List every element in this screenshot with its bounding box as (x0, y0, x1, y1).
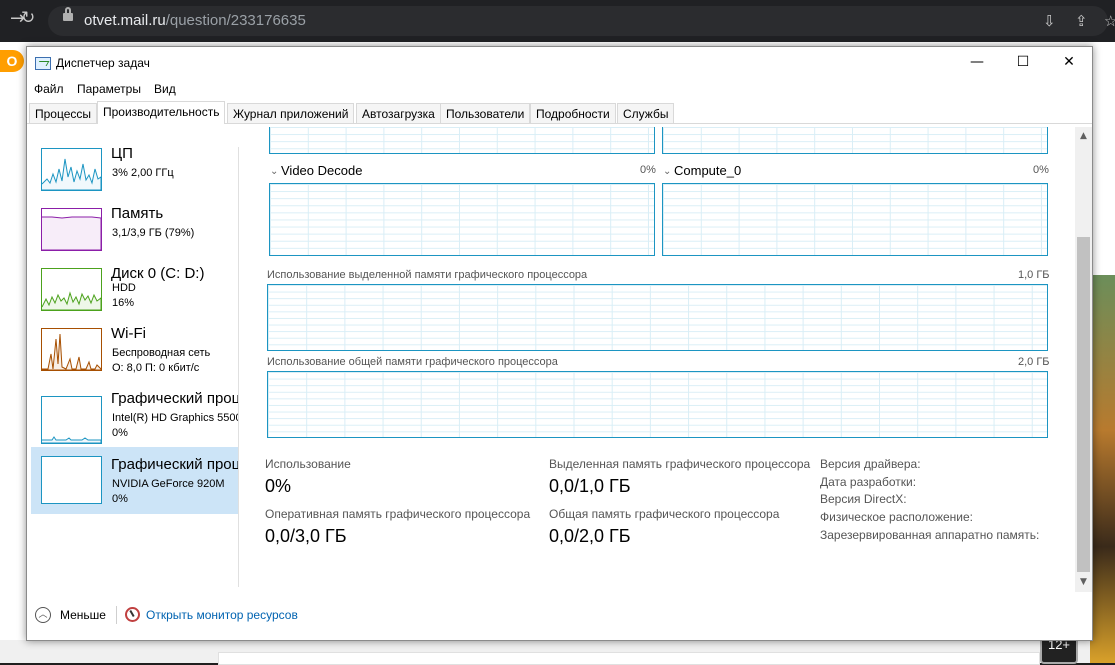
window-footer: ︿ Меньше Открыть монитор ресурсов (27, 603, 1092, 639)
url-path: /question/233176635 (165, 12, 306, 29)
engine-name-video-decode[interactable]: Video Decode (281, 163, 362, 178)
webpage-card (218, 652, 1040, 665)
memory-thumbnail-graph (41, 208, 102, 251)
fewer-details-link[interactable]: Меньше (60, 608, 106, 622)
footer-separator (116, 606, 117, 624)
shared-memory-value: 0,0/2,0 ГБ (549, 526, 631, 546)
dedicated-memory-graph-label: Использование выделенной памяти графичес… (267, 269, 588, 281)
usage-value: 0% (265, 476, 292, 496)
cpu-thumbnail-graph (41, 148, 102, 191)
window-title: Диспетчер задач (56, 56, 150, 70)
tab-bar: Процессы Производительность Журнал прило… (27, 101, 1092, 124)
gpu-ram-value: 0,0/3,0 ГБ (265, 526, 347, 546)
resource-gpu-1[interactable]: Графический процессор 1 NVIDIA GeForce 9… (31, 447, 239, 514)
shared-memory-graph (267, 371, 1048, 438)
chevron-down-icon[interactable]: ⌄ (663, 166, 671, 177)
resource-usage: 0% (112, 493, 128, 505)
directx-version-label: Версия DirectX: (820, 492, 907, 506)
tab-app-history[interactable]: Журнал приложений (227, 103, 355, 123)
pane-divider (238, 147, 239, 587)
shared-memory-graph-max: 2,0 ГБ (1018, 356, 1050, 368)
dedicated-memory-graph-max: 1,0 ГБ (1018, 269, 1050, 281)
scroll-down-icon[interactable]: ▼ (1075, 575, 1092, 590)
resource-name: Память (111, 205, 164, 222)
url-host: otvet.mail.ru (84, 12, 166, 29)
gpu-ram-label: Оперативная память графического процессо… (265, 507, 531, 521)
task-manager-icon (35, 57, 51, 70)
title-bar[interactable]: Диспетчер задач — ☐ ✕ (27, 47, 1092, 78)
resource-memory[interactable]: Память 3,1/3,9 ГБ (79%) (31, 201, 239, 267)
advertisement-banner[interactable] (1090, 275, 1115, 663)
scroll-up-icon[interactable]: ▲ (1075, 129, 1092, 144)
chevron-down-icon[interactable]: ⌄ (270, 166, 278, 177)
resource-name: Wi-Fi (111, 325, 146, 342)
site-logo[interactable]: O (0, 50, 24, 72)
resource-detail: Intel(R) HD Graphics 5500 (112, 412, 239, 424)
lock-icon[interactable] (63, 7, 73, 21)
scrollbar-thumb[interactable] (1077, 237, 1090, 572)
dedicated-memory-value: 0,0/1,0 ГБ (549, 476, 631, 496)
driver-version-label: Версия драйвера: (820, 457, 921, 471)
menu-file[interactable]: Файл (34, 82, 64, 96)
url-text[interactable]: otvet.mail.ru/question/233176635 (84, 12, 306, 29)
resource-monitor-icon[interactable] (125, 607, 140, 622)
tab-performance[interactable]: Производительность (97, 101, 226, 124)
engine-value-compute: 0% (1033, 164, 1049, 176)
engine-graph-top-right (662, 127, 1048, 154)
shared-memory-label: Общая память графического процессора (549, 507, 780, 521)
tab-details[interactable]: Подробности (530, 103, 616, 123)
resource-detail: NVIDIA GeForce 920M (112, 478, 225, 490)
resource-usage: 0% (112, 427, 128, 439)
menu-options[interactable]: Параметры (77, 82, 141, 96)
resource-usage: 16% (112, 297, 135, 309)
wifi-thumbnail-graph (41, 328, 102, 371)
gpu-detail-pane: ⌄ Video Decode 0% ⌄ Compute_0 0% Использ… (265, 127, 1077, 597)
engine-name-compute[interactable]: Compute_0 (674, 163, 741, 178)
minimize-button[interactable]: — (954, 47, 1000, 78)
resource-cpu[interactable]: ЦП 3% 2,00 ГГц (31, 141, 239, 207)
resource-name: Графический процессор 1 (111, 456, 239, 473)
engine-graph-video-decode (269, 183, 655, 256)
usage-label: Использование (265, 457, 351, 471)
resource-gpu-0[interactable]: Графический процессор 0 Intel(R) HD Grap… (31, 381, 239, 447)
resource-wifi[interactable]: Wi-Fi Беспроводная сеть О: 8,0 П: 0 кбит… (31, 321, 239, 387)
engine-graph-top-left (269, 127, 655, 154)
bookmark-star-icon[interactable]: ☆ (1104, 12, 1115, 30)
dedicated-memory-graph (267, 284, 1048, 351)
maximize-button[interactable]: ☐ (1000, 47, 1046, 78)
resource-name: Графический процессор 0 (111, 390, 239, 407)
resource-name: ЦП (111, 145, 133, 162)
resource-detail: 3,1/3,9 ГБ (79%) (112, 227, 195, 239)
tab-users[interactable]: Пользователи (440, 103, 531, 123)
resource-name: Диск 0 (C: D:) (111, 265, 205, 282)
physical-location-label: Физическое расположение: (820, 510, 973, 524)
browser-toolbar: → ↻ otvet.mail.ru/question/233176635 ⇩ ⇪… (0, 0, 1115, 42)
resource-disk[interactable]: Диск 0 (C: D:) HDD 16% (31, 261, 239, 327)
resource-detail: 3% 2,00 ГГц (112, 167, 174, 179)
share-icon[interactable]: ⇪ (1075, 12, 1088, 30)
install-icon[interactable]: ⇩ (1043, 12, 1056, 30)
tab-processes[interactable]: Процессы (29, 103, 98, 123)
gpu-1-thumbnail-graph (41, 456, 102, 504)
gpu-0-thumbnail-graph (41, 396, 102, 444)
close-button[interactable]: ✕ (1046, 47, 1092, 78)
chevron-up-icon[interactable]: ︿ (35, 607, 51, 623)
task-manager-window: Диспетчер задач — ☐ ✕ Файл Параметры Вид… (26, 46, 1093, 641)
resource-list: ЦП 3% 2,00 ГГц Память 3,1/3,9 ГБ (79%) Д… (27, 123, 239, 601)
disk-thumbnail-graph (41, 268, 102, 311)
reload-icon[interactable]: ↻ (21, 8, 35, 28)
engine-value-video-decode: 0% (640, 164, 656, 176)
driver-date-label: Дата разработки: (820, 475, 917, 489)
tab-startup[interactable]: Автозагрузка (356, 103, 441, 123)
resource-detail: HDD (112, 282, 136, 294)
engine-graph-compute (662, 183, 1048, 256)
tab-services[interactable]: Службы (617, 103, 675, 123)
dedicated-memory-label: Выделенная память графического процессор… (549, 457, 811, 471)
menu-view[interactable]: Вид (154, 82, 176, 96)
resource-throughput: О: 8,0 П: 0 кбит/с (112, 362, 200, 374)
shared-memory-graph-label: Использование общей памяти графического … (267, 356, 558, 368)
hardware-reserved-memory-label: Зарезервированная аппаратно память: (820, 528, 1040, 542)
resource-detail: Беспроводная сеть (112, 347, 211, 359)
open-resource-monitor-link[interactable]: Открыть монитор ресурсов (146, 608, 298, 622)
